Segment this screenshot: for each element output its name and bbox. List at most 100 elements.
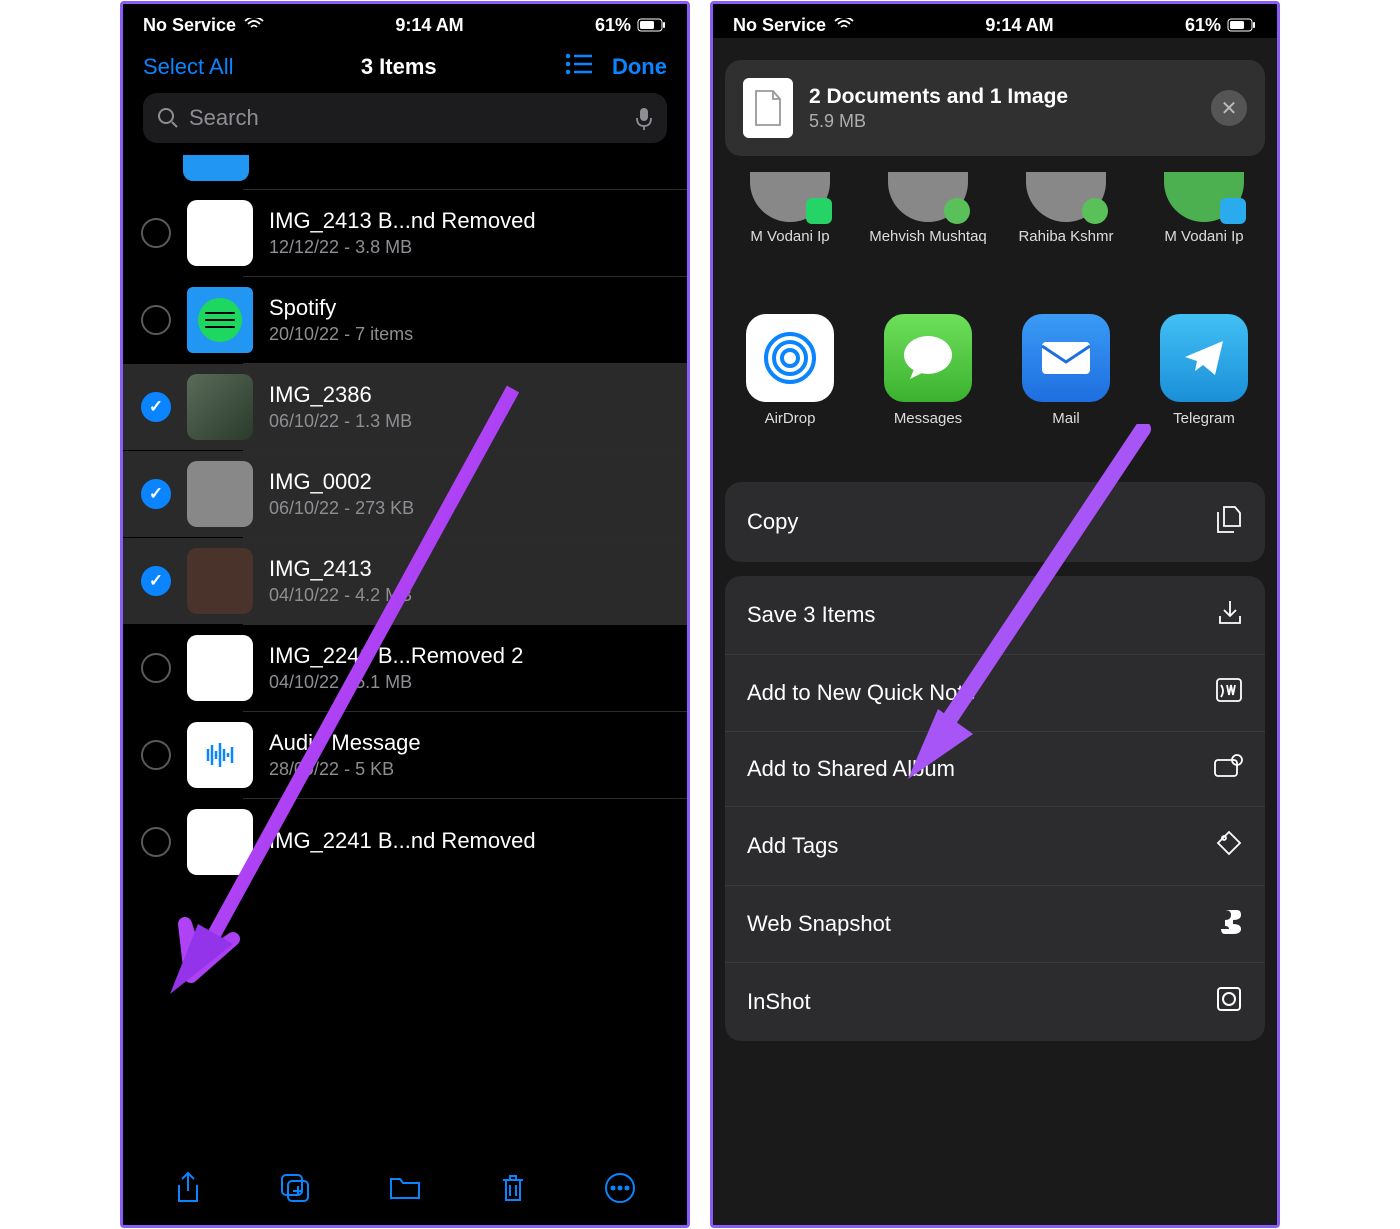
share-contact[interactable]: Mehvish Mushtaq: [859, 172, 997, 246]
file-name: Spotify: [269, 295, 669, 321]
checkbox-unchecked-icon[interactable]: [141, 218, 171, 248]
more-icon[interactable]: [604, 1172, 636, 1209]
select-all-button[interactable]: Select All: [143, 54, 234, 80]
thumbnail: [187, 374, 253, 440]
download-icon: [1217, 598, 1243, 632]
file-row[interactable]: IMG_0002 06/10/22 - 273 KB: [123, 451, 687, 537]
file-name: IMG_2413 B...nd Removed: [269, 208, 669, 234]
status-time: 9:14 AM: [395, 15, 463, 36]
search-placeholder: Search: [189, 105, 625, 131]
share-contact[interactable]: Rahiba Kshmr: [997, 172, 1135, 246]
file-meta: 28/09/22 - 5 KB: [269, 759, 669, 780]
checkbox-unchecked-icon[interactable]: [141, 827, 171, 857]
share-app-telegram[interactable]: Telegram: [1135, 314, 1273, 427]
file-row[interactable]: IMG_238606/10/22 - 1.3 MB: [123, 364, 687, 450]
copy-action[interactable]: Copy: [725, 482, 1265, 562]
search-icon: [157, 107, 179, 129]
list-view-icon[interactable]: [564, 52, 594, 81]
share-app-mail[interactable]: Mail: [997, 314, 1135, 427]
app-name: Mail: [1001, 410, 1131, 427]
share-contact[interactable]: M Vodani Ip: [721, 172, 859, 246]
trash-icon[interactable]: [499, 1172, 527, 1209]
checkbox-checked-icon[interactable]: [141, 566, 171, 596]
checkbox-unchecked-icon[interactable]: [141, 740, 171, 770]
action-label: Copy: [747, 509, 798, 535]
status-bar: No Service 9:14 AM 61%: [123, 4, 687, 38]
thumbnail: [187, 287, 253, 353]
share-app-messages[interactable]: Messages: [859, 314, 997, 427]
share-app-airdrop[interactable]: AirDrop: [721, 314, 859, 427]
file-row[interactable]: IMG_2413 B...nd Removed 12/12/22 - 3.8 MB: [123, 190, 687, 276]
file-name: IMG_0002: [269, 469, 669, 495]
file-meta: 04/10/22 - 5.1 MB: [269, 672, 669, 693]
search-input[interactable]: Search: [143, 93, 667, 143]
contact-name: M Vodani Ip: [725, 228, 855, 246]
thumbnail: [187, 722, 253, 788]
checkbox-checked-icon[interactable]: [141, 479, 171, 509]
battery-icon: [1227, 18, 1257, 32]
file-meta: 12/12/22 - 3.8 MB: [269, 237, 669, 258]
nav-bar: Select All 3 Items Done: [123, 38, 687, 93]
file-name: IMG_2241 B...nd Removed: [269, 828, 669, 854]
action-label: Web Snapshot: [747, 911, 891, 937]
action-label: Add to Shared Album: [747, 756, 955, 782]
file-meta: 20/10/22 - 7 items: [269, 324, 669, 345]
airdrop-icon: [746, 314, 834, 402]
action-tag[interactable]: Add Tags: [725, 807, 1265, 886]
thumbnail: [187, 635, 253, 701]
thumbnail: [187, 200, 253, 266]
file-name: IMG_2413: [269, 556, 669, 582]
page-title: 3 Items: [361, 54, 437, 80]
inshot-icon: [1215, 985, 1243, 1019]
contact-name: Rahiba Kshmr: [1001, 228, 1131, 246]
action-label: Add to New Quick Note: [747, 680, 976, 706]
duplicate-icon[interactable]: [279, 1172, 311, 1209]
share-header: 2 Documents and 1 Image 5.9 MB ✕: [725, 60, 1265, 156]
share-subtitle: 5.9 MB: [809, 111, 1195, 132]
file-name: Audio Message: [269, 730, 669, 756]
checkbox-unchecked-icon[interactable]: [141, 305, 171, 335]
share-title: 2 Documents and 1 Image: [809, 85, 1195, 109]
action-note[interactable]: Add to New Quick Note: [725, 655, 1265, 732]
action-label: Save 3 Items: [747, 602, 875, 628]
file-meta: 04/10/22 - 4.2 MB: [269, 585, 669, 606]
checkbox-checked-icon[interactable]: [141, 392, 171, 422]
close-button[interactable]: ✕: [1211, 90, 1247, 126]
album-icon: [1213, 754, 1243, 784]
share-app-whatsapp[interactable]: Wh: [1273, 314, 1277, 427]
folder-icon[interactable]: [388, 1174, 422, 1207]
app-name: AirDrop: [725, 410, 855, 427]
file-row[interactable]: IMG_2241 B...nd Removed: [123, 799, 687, 885]
contact-name: M Vodani Ip: [1139, 228, 1269, 246]
carrier-text: No Service: [733, 15, 826, 36]
partial-row-top: [123, 155, 687, 189]
action-inshot[interactable]: InShot: [725, 963, 1265, 1041]
file-row[interactable]: IMG_2241 B...Removed 2 04/10/22 - 5.1 MB: [123, 625, 687, 711]
file-meta: 06/10/22 - 273 KB: [269, 498, 669, 519]
carrier-text: No Service: [143, 15, 236, 36]
telegram-icon: [1160, 314, 1248, 402]
battery-icon: [637, 18, 667, 32]
tag-icon: [1215, 829, 1243, 863]
action-album[interactable]: Add to Shared Album: [725, 732, 1265, 807]
thumbnail: [187, 809, 253, 875]
document-icon: [743, 78, 793, 138]
action-snapshot[interactable]: Web Snapshot: [725, 886, 1265, 963]
file-name: IMG_2386: [269, 382, 669, 408]
action-download[interactable]: Save 3 Items: [725, 576, 1265, 655]
wa-badge-icon: [806, 198, 832, 224]
share-contact[interactable]: M Vodani Ip: [1135, 172, 1273, 246]
files-app-select-screen: No Service 9:14 AM 61% Select All 3 Item…: [120, 1, 690, 1228]
share-icon[interactable]: [174, 1171, 202, 1210]
battery-percent: 61%: [595, 15, 631, 36]
done-button[interactable]: Done: [612, 54, 667, 80]
snapshot-icon: [1219, 908, 1243, 940]
file-row[interactable]: Audio Message 28/09/22 - 5 KB: [123, 712, 687, 798]
checkbox-unchecked-icon[interactable]: [141, 653, 171, 683]
file-name: IMG_2241 B...Removed 2: [269, 643, 669, 669]
file-row[interactable]: Spotify 20/10/22 - 7 items: [123, 277, 687, 363]
file-row[interactable]: IMG_2413 04/10/22 - 4.2 MB: [123, 538, 687, 624]
app-name: Telegram: [1139, 410, 1269, 427]
mic-icon[interactable]: [635, 106, 653, 130]
tg-badge-icon: [1220, 198, 1246, 224]
